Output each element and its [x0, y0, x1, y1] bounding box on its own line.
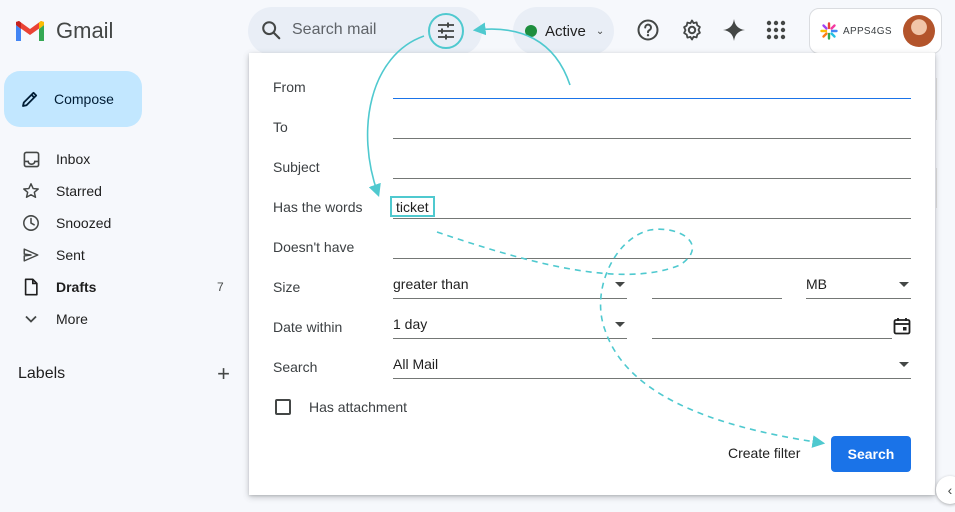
calendar-icon[interactable]	[893, 317, 911, 340]
search-scope-value: All Mail	[393, 356, 439, 372]
to-row: To	[273, 107, 911, 147]
avatar[interactable]	[903, 15, 935, 47]
sidebar-nav: Inbox Starred Snoozed Sent Drafts 7 More	[0, 143, 240, 335]
from-label: From	[273, 79, 306, 95]
search-scope-row: Search All Mail	[273, 347, 911, 387]
chevron-left-icon: ‹	[947, 482, 953, 498]
gmail-m-icon	[16, 21, 44, 41]
size-operator-value: greater than	[393, 276, 469, 292]
chevron-down-icon	[22, 310, 40, 328]
size-label: Size	[273, 279, 301, 295]
background-panel	[936, 168, 937, 208]
compose-button[interactable]: Compose	[4, 71, 142, 127]
clock-icon	[22, 214, 40, 232]
gear-icon[interactable]	[678, 16, 706, 44]
has-words-label: Has the words	[273, 199, 363, 215]
size-value-field[interactable]	[652, 275, 782, 299]
has-attachment-checkbox[interactable]	[275, 399, 291, 415]
search-options-button[interactable]	[428, 13, 464, 49]
has-words-value[interactable]: ticket	[390, 196, 435, 217]
file-icon	[22, 278, 40, 296]
sidebar-item-label: Drafts	[56, 279, 97, 295]
from-row: From	[273, 67, 911, 107]
sidebar-item-drafts[interactable]: Drafts 7	[0, 271, 240, 303]
app-name: Gmail	[56, 18, 114, 43]
subject-label: Subject	[273, 159, 320, 175]
has-attachment-option[interactable]: Has attachment	[275, 399, 407, 415]
size-unit-select[interactable]: MB	[806, 275, 911, 299]
search-scope-label: Search	[273, 359, 318, 375]
tune-icon	[438, 22, 454, 40]
apps-grid-icon[interactable]	[762, 16, 790, 44]
collapse-panel-button[interactable]: ‹	[936, 476, 955, 504]
date-field[interactable]	[652, 315, 892, 339]
from-field[interactable]	[393, 75, 911, 99]
caret-down-icon	[899, 282, 909, 287]
add-label-icon[interactable]: +	[217, 363, 230, 385]
date-range-value: 1 day	[393, 316, 428, 332]
search-button[interactable]: Search	[831, 436, 911, 472]
date-label: Date within	[273, 319, 343, 335]
date-range-select[interactable]: 1 day	[393, 315, 627, 339]
subject-field[interactable]	[393, 155, 911, 179]
pencil-icon	[22, 91, 38, 107]
sidebar-item-more[interactable]: More	[0, 303, 240, 335]
status-dot	[525, 25, 537, 37]
doesnt-have-label: Doesn't have	[273, 239, 355, 255]
search-icon[interactable]	[260, 19, 282, 41]
account-switcher[interactable]: APPS4GS	[809, 8, 942, 54]
sidebar-item-snoozed[interactable]: Snoozed	[0, 207, 240, 239]
to-label: To	[273, 119, 288, 135]
search-bar[interactable]: Search mail	[248, 7, 482, 55]
background-panel	[936, 78, 937, 120]
search-scope-select[interactable]: All Mail	[393, 355, 911, 379]
inbox-icon	[22, 150, 40, 168]
sidebar-item-label: Sent	[56, 247, 85, 263]
subject-row: Subject	[273, 147, 911, 187]
has-words-row: Has the words	[273, 187, 911, 227]
star-icon	[22, 182, 40, 200]
search-input[interactable]: Search mail	[292, 21, 376, 39]
size-operator-select[interactable]: greater than	[393, 275, 627, 299]
sidebar-item-label: Inbox	[56, 151, 91, 167]
status-dropdown[interactable]: Active ⌄	[513, 7, 614, 55]
chevron-down-icon: ⌄	[595, 25, 605, 37]
account-brand: APPS4GS	[843, 25, 892, 37]
sidebar-item-inbox[interactable]: Inbox	[0, 143, 240, 175]
create-filter-button[interactable]: Create filter	[728, 445, 800, 461]
caret-down-icon	[899, 362, 909, 367]
size-row: Size greater than MB	[273, 267, 911, 307]
to-field[interactable]	[393, 115, 911, 139]
doesnt-have-field[interactable]	[393, 235, 911, 259]
labels-heading: Labels	[18, 365, 66, 382]
caret-down-icon	[615, 282, 625, 287]
sidebar-item-label: More	[56, 311, 88, 327]
apps4gs-logo-icon	[820, 22, 838, 40]
sidebar-item-label: Starred	[56, 183, 102, 199]
gemini-icon[interactable]	[720, 16, 748, 44]
size-unit-value: MB	[806, 276, 827, 292]
sidebar-item-label: Snoozed	[56, 215, 112, 231]
date-row: Date within 1 day	[273, 307, 911, 347]
help-icon[interactable]	[634, 16, 662, 44]
sidebar-item-sent[interactable]: Sent	[0, 239, 240, 271]
doesnt-have-row: Doesn't have	[273, 227, 911, 267]
drafts-count: 7	[217, 280, 224, 294]
labels-section: Labels +	[18, 363, 230, 385]
advanced-search-panel: From To Subject Has the words ticket Doe…	[249, 53, 935, 495]
gmail-logo[interactable]: Gmail	[14, 14, 113, 48]
has-attachment-label: Has attachment	[309, 399, 408, 415]
sidebar-item-starred[interactable]: Starred	[0, 175, 240, 207]
status-label: Active	[545, 22, 586, 40]
caret-down-icon	[615, 322, 625, 327]
has-words-field[interactable]	[393, 195, 911, 219]
compose-label: Compose	[54, 91, 114, 107]
send-icon	[22, 246, 40, 264]
